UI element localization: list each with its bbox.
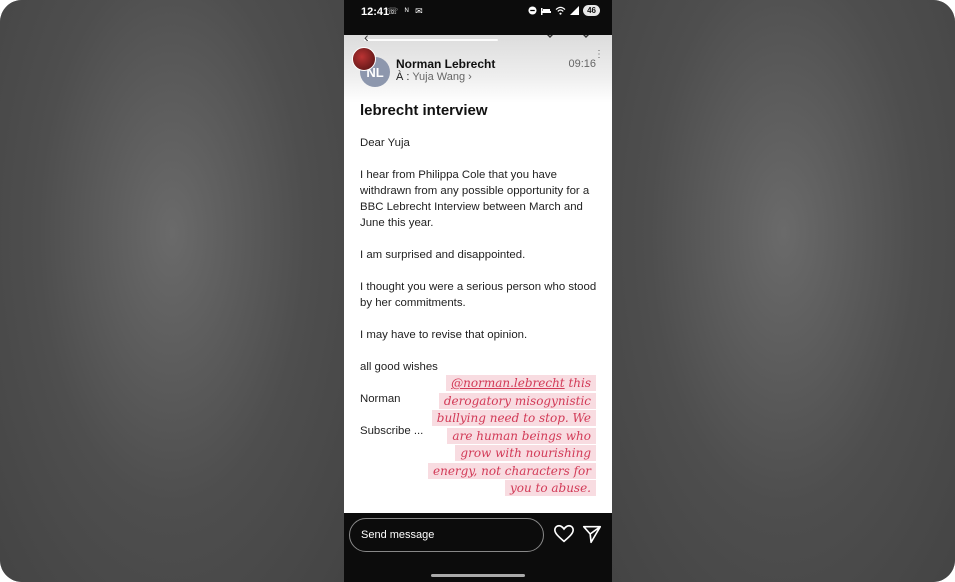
sticker-text: this — [564, 376, 591, 390]
status-right: 46 — [528, 5, 600, 16]
signal-icon — [570, 6, 580, 15]
sticker-line: you to abuse. — [504, 480, 596, 496]
sticker-line: derogatory misogynistic — [438, 392, 596, 409]
recipient-prefix: À : — [396, 71, 410, 83]
wifi-icon — [555, 6, 566, 15]
email-paragraph: I am surprised and disappointed. — [360, 249, 526, 261]
email-time: 09:16 — [568, 58, 596, 70]
sticker-mention[interactable]: @norman.lebrecht — [451, 376, 565, 390]
blurred-background-left — [0, 0, 344, 582]
home-indicator[interactable] — [431, 574, 525, 577]
battery-indicator: 46 — [583, 5, 600, 16]
email-paragraph: all good wishes — [360, 361, 438, 373]
email-recipient: À : Yuja Wang › — [396, 71, 472, 83]
back-chevron-icon[interactable]: ‹ — [364, 35, 369, 45]
sticker-line: are human beings who — [447, 427, 596, 444]
recipient-name: Yuja Wang — [412, 71, 466, 83]
status-bar: 12:41 ☏ ᴺ ✉ 46 — [344, 0, 612, 26]
email-paragraph: Dear Yuja — [360, 137, 410, 149]
blurred-background-right — [612, 0, 955, 582]
story-viewer: 12:41 ☏ ᴺ ✉ 46 ‹ ⋮ NL Norman Lebrecht À … — [344, 0, 612, 582]
email-paragraph: I may have to revise that opinion. — [360, 329, 528, 341]
like-heart-icon[interactable] — [553, 523, 575, 545]
chevron-right-icon: › — [468, 71, 472, 83]
chevron-down-icon[interactable] — [580, 35, 592, 40]
sticker-line: energy, not characters for — [427, 462, 596, 479]
sticker-line: grow with nourishing — [455, 445, 596, 461]
bed-icon — [541, 7, 552, 15]
story-card[interactable]: ‹ ⋮ NL Norman Lebrecht À : Yuja Wang › 0… — [344, 35, 612, 513]
send-message-placeholder: Send message — [361, 529, 435, 541]
close-icon[interactable] — [544, 35, 556, 40]
story-progress-bar — [364, 39, 498, 41]
email-paragraph: I thought you were a serious person who … — [360, 281, 597, 309]
email-paragraph: I hear from Philippa Cole that you have … — [360, 169, 590, 229]
status-time: 12:41 — [361, 6, 390, 18]
text-sticker: @norman.lebrecht this derogatory misogyn… — [400, 375, 596, 498]
send-message-input[interactable]: Send message — [349, 518, 544, 552]
sticker-line: @norman.lebrecht this — [446, 375, 596, 391]
email-sender: Norman Lebrecht — [396, 57, 496, 71]
story-author-avatar[interactable] — [352, 47, 376, 71]
sticker-line: bullying need to stop. We — [431, 410, 596, 426]
send-icon[interactable] — [581, 523, 603, 545]
notification-icons: ☏ ᴺ ✉ — [387, 6, 425, 16]
screenshot-frame: 12:41 ☏ ᴺ ✉ 46 ‹ ⋮ NL Norman Lebrecht À … — [0, 0, 955, 582]
email-subject: lebrecht interview — [360, 102, 488, 119]
dnd-icon — [528, 6, 537, 15]
